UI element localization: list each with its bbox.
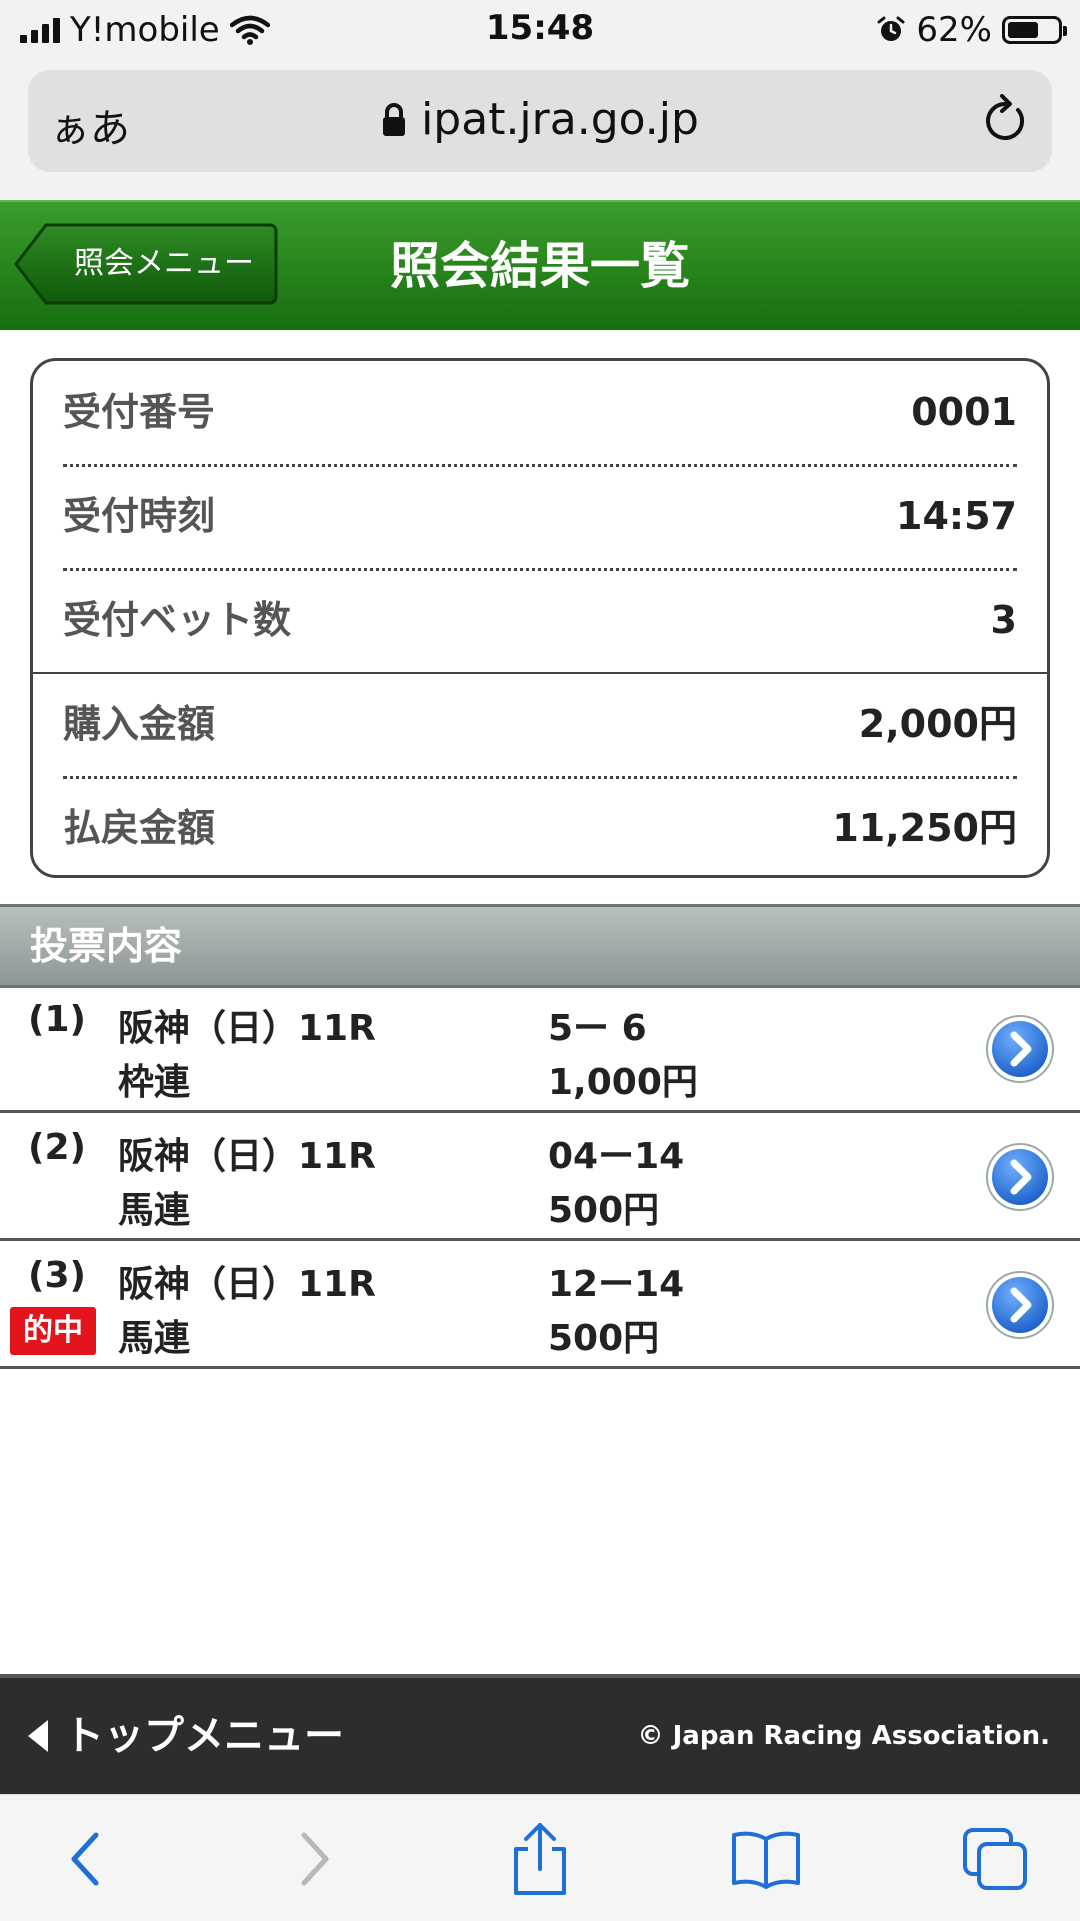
reload-icon[interactable]	[980, 94, 1030, 148]
summary-value: 0001	[911, 390, 1017, 434]
summary-row: 受付ベット数 3	[33, 569, 1047, 672]
browser-toolbar	[0, 1794, 1080, 1921]
summary-row: 受付番号 0001	[33, 361, 1047, 464]
bet-number: (1)	[28, 999, 86, 1040]
bet-number: (3)	[28, 1255, 86, 1296]
summary-label: 払戻金額	[63, 806, 216, 850]
book-icon	[732, 1831, 800, 1889]
battery-percent: 62%	[916, 10, 992, 50]
summary-row: 払戻金額 11,250円	[33, 777, 1047, 875]
summary-label: 購入金額	[63, 702, 216, 746]
page-header: 照会メニュー 照会結果一覧	[0, 200, 1080, 330]
bet-item[interactable]: (1) 阪神（日）11R 枠連 5ー 6 1,000円	[0, 985, 1080, 1113]
bet-amount: 1,000円	[548, 1062, 698, 1103]
summary-label: 受付番号	[63, 390, 216, 434]
address-bar[interactable]: ぁあ ipat.jra.go.jp	[28, 70, 1052, 172]
share-icon	[514, 1823, 566, 1895]
bet-item[interactable]: (2) 阪神（日）11R 馬連 04ー14 500円	[0, 1113, 1080, 1241]
bet-race: 阪神（日）11R	[118, 1136, 376, 1177]
share-button[interactable]	[500, 1821, 580, 1897]
url-text: ipat.jra.go.jp	[421, 94, 699, 145]
section-title: 投票内容	[30, 924, 183, 968]
summary-value: 2,000円	[858, 702, 1017, 746]
chevron-right-icon[interactable]	[984, 1269, 1056, 1341]
summary-card: 受付番号 0001 受付時刻 14:57 受付ベット数 3 購入金額 2,000…	[30, 358, 1050, 878]
bet-type: 馬連	[118, 1190, 191, 1231]
summary-label: 受付ベット数	[63, 598, 292, 642]
bets-section-header: 投票内容	[0, 904, 1080, 988]
summary-value: 11,250円	[832, 806, 1017, 850]
lock-icon	[383, 103, 406, 136]
tabs-button[interactable]	[956, 1821, 1036, 1897]
summary-label: 受付時刻	[63, 494, 216, 538]
bet-type: 馬連	[118, 1318, 191, 1359]
page-footer: トップメニュー © Japan Racing Association.	[0, 1674, 1080, 1794]
summary-row: 購入金額 2,000円	[33, 673, 1047, 776]
tabs-icon	[963, 1828, 1027, 1890]
bet-type: 枠連	[118, 1062, 191, 1103]
battery-icon	[1002, 16, 1067, 44]
bet-race: 阪神（日）11R	[118, 1008, 376, 1049]
chevron-left-icon	[71, 1832, 99, 1886]
chevron-right-icon[interactable]	[984, 1141, 1056, 1213]
url-display[interactable]: ipat.jra.go.jp	[28, 94, 1052, 145]
battery-fill	[1008, 22, 1038, 38]
copyright: © Japan Racing Association.	[637, 1721, 1050, 1751]
bookmarks-button[interactable]	[726, 1821, 806, 1897]
bet-race: 阪神（日）11R	[118, 1264, 376, 1305]
alarm-icon	[877, 16, 905, 41]
browser-address-area: ぁあ ipat.jra.go.jp	[0, 58, 1080, 200]
bet-combination: 04ー14	[548, 1136, 685, 1177]
status-right: 62%	[876, 10, 1067, 50]
bet-amount: 500円	[548, 1190, 660, 1231]
forward-nav-button[interactable]	[276, 1821, 356, 1897]
status-bar: Y!mobile 15:48 62%	[0, 0, 1080, 58]
top-menu-label: トップメニュー	[64, 1713, 344, 1759]
bet-item[interactable]: (3) 阪神（日）11R 的中 馬連 12ー14 500円	[0, 1241, 1080, 1369]
bet-combination: 12ー14	[548, 1264, 685, 1305]
back-nav-button[interactable]	[44, 1821, 124, 1897]
chevron-right-icon	[301, 1832, 329, 1886]
chevron-right-icon[interactable]	[984, 1013, 1056, 1085]
bet-combination: 5ー 6	[548, 1008, 647, 1049]
bet-number: (2)	[28, 1127, 86, 1168]
summary-value: 14:57	[896, 494, 1017, 538]
hit-badge: 的中	[10, 1307, 96, 1355]
top-menu-link[interactable]: トップメニュー	[26, 1678, 344, 1794]
summary-row: 受付時刻 14:57	[33, 465, 1047, 568]
page-title: 照会結果一覧	[390, 237, 690, 295]
triangle-left-icon	[28, 1720, 48, 1752]
summary-value: 3	[990, 598, 1017, 642]
bet-amount: 500円	[548, 1318, 660, 1359]
